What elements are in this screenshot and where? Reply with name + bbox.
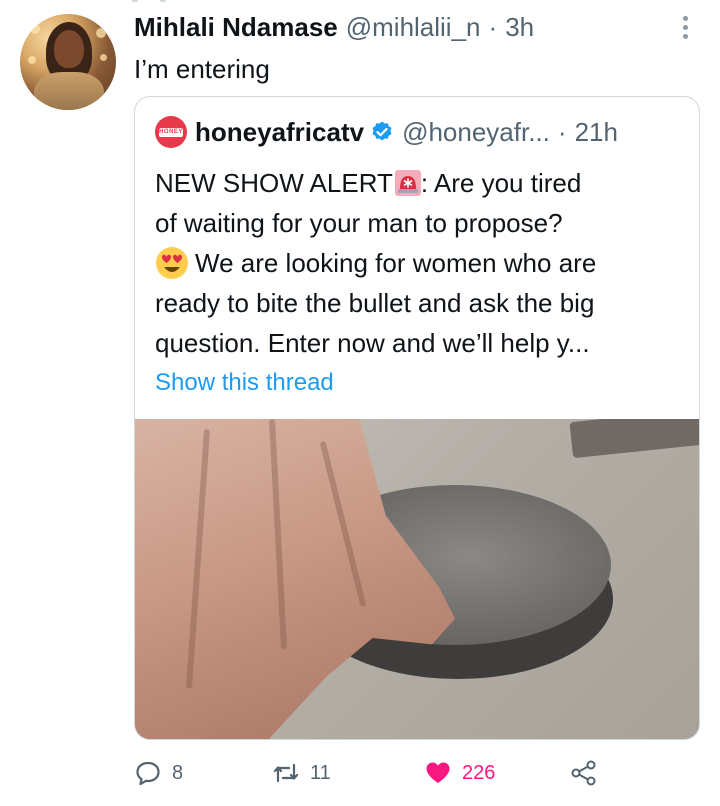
tweet-header: Mihlali Ndamase @mihlalii_n · 3h — [134, 12, 534, 44]
show-thread-link[interactable]: Show this thread — [155, 369, 334, 397]
separator-dot: · — [557, 116, 567, 147]
edge-mark — [160, 0, 166, 2]
text-line: NEW SHOW ALERT : Are you tired — [155, 168, 582, 198]
more-icon[interactable] — [672, 12, 698, 42]
author-name[interactable]: Mihlali Ndamase — [134, 12, 338, 43]
quoted-tweet[interactable]: HONEY honeyafricatv @honeyafr... · 21h N… — [134, 96, 700, 740]
like-button[interactable]: 226 — [424, 756, 495, 790]
separator-dot: · — [488, 12, 498, 42]
reply-icon — [136, 761, 160, 786]
author-handle[interactable]: @mihlalii_n — [346, 12, 481, 43]
verified-badge-icon — [372, 121, 392, 141]
like-count: 226 — [462, 761, 496, 784]
like-icon — [426, 762, 450, 783]
retweet-button[interactable]: 11 — [272, 756, 331, 790]
tweet-actions: 8 11 226 — [134, 756, 614, 790]
text-line: of waiting for your man to propose? — [155, 208, 563, 238]
quoted-tweet-media-image[interactable] — [135, 419, 699, 739]
text-line: question. Enter now and we’ll help y... — [155, 328, 590, 358]
text-line: ready to bite the bullet and ask the big — [155, 288, 595, 318]
tweet-timestamp[interactable]: 3h — [505, 12, 534, 43]
tweet-text: I’m entering — [134, 54, 270, 84]
previous-tweet-edge — [0, 0, 720, 4]
quoted-author-handle: @honeyafr... — [402, 116, 550, 147]
rotating-light-emoji-icon — [394, 170, 421, 196]
reply-count: 8 — [172, 761, 184, 784]
text-line: We are looking for women who are — [155, 243, 685, 283]
retweet-icon — [273, 763, 299, 783]
share-icon — [571, 760, 596, 786]
quoted-tweet-header: HONEY honeyafricatv @honeyafr... · 21h — [155, 115, 618, 149]
logo-text: HONEY — [159, 127, 183, 137]
quoted-author-name: honeyafricatv — [195, 116, 365, 147]
heart-eyes-emoji-icon — [156, 247, 188, 279]
quoted-tweet-timestamp: 21h — [574, 116, 618, 147]
quoted-author-avatar: HONEY — [155, 116, 187, 148]
retweet-count: 11 — [310, 761, 331, 784]
author-avatar[interactable] — [20, 14, 116, 110]
edge-mark — [132, 0, 138, 2]
share-button[interactable] — [570, 756, 608, 790]
reply-button[interactable]: 8 — [134, 756, 183, 790]
quoted-tweet-text: NEW SHOW ALERT : Are you tired of waitin… — [155, 163, 685, 363]
